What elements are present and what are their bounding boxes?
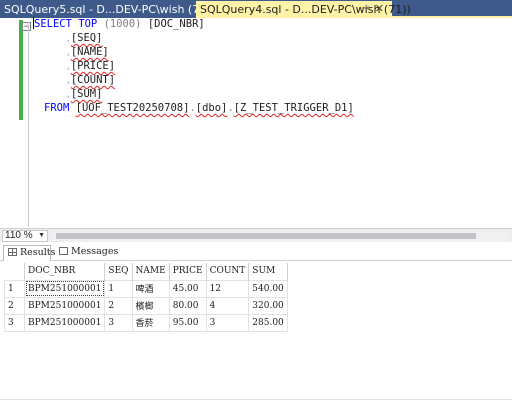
column-header-count[interactable]: COUNT — [206, 263, 250, 280]
zoom-dropdown[interactable]: 110 % ▼ — [2, 230, 48, 242]
sql-code: SELECT TOP (1000) [DOC_NBR] ,[SEQ] ,[NAM… — [0, 17, 354, 174]
grid-header-row: DOC_NBR SEQ NAME PRICE COUNT SUM — [4, 263, 288, 280]
scrollbar-thumb[interactable] — [56, 233, 476, 239]
cell-sum[interactable]: 320.00 — [248, 296, 288, 315]
close-icon[interactable]: ✕ — [375, 2, 384, 15]
code-line-column: ,[SUM] — [66, 88, 103, 100]
pin-icon[interactable]: ⊸ — [362, 3, 370, 14]
table-row[interactable]: 2 BPM251000001 2 檳榔 80.00 4 320.00 — [4, 296, 288, 315]
row-number[interactable]: 2 — [4, 296, 25, 315]
row-number[interactable]: 1 — [4, 279, 25, 298]
column-header-sum[interactable]: SUM — [248, 263, 288, 280]
tab-messages[interactable]: Messages — [55, 245, 118, 261]
row-header-corner[interactable] — [4, 263, 25, 280]
tab-results[interactable]: Results — [3, 245, 56, 261]
cell-count[interactable]: 3 — [205, 313, 250, 332]
query-editor[interactable]: − SELECT TOP (1000) [DOC_NBR] ,[SEQ] ,[N… — [0, 17, 512, 228]
column-header-seq[interactable]: SEQ — [104, 263, 133, 280]
cell-sum[interactable]: 540.00 — [248, 279, 288, 298]
code-line-from: FROM [UOF_TEST20250708].[dbo].[Z_TEST_TR… — [44, 102, 354, 114]
tab-messages-label: Messages — [71, 246, 119, 257]
column-header-doc-nbr[interactable]: DOC_NBR — [24, 263, 106, 280]
zoom-value: 110 % — [5, 230, 33, 241]
cell-doc-nbr[interactable]: BPM251000001 — [23, 279, 106, 298]
cell-sum[interactable]: 285.00 — [248, 313, 288, 332]
code-line-select: SELECT TOP (1000) [DOC_NBR] — [33, 17, 205, 30]
cell-count[interactable]: 4 — [205, 296, 250, 315]
cell-price[interactable]: 95.00 — [168, 313, 207, 332]
grid-icon — [8, 248, 17, 256]
tab-sqlquery4[interactable]: SQLQuery4.sql - D...DEV-PC\wish (71)) ⊸ … — [196, 1, 411, 18]
horizontal-scrollbar[interactable] — [52, 231, 508, 241]
cell-count[interactable]: 12 — [205, 279, 250, 298]
results-tab-strip: Results Messages — [0, 243, 512, 261]
tab-results-label: Results — [20, 247, 56, 258]
cell-doc-nbr[interactable]: BPM251000001 — [23, 296, 106, 315]
column-header-name[interactable]: NAME — [132, 263, 170, 280]
message-icon — [59, 247, 68, 255]
cell-seq[interactable]: 2 — [104, 296, 133, 315]
cell-seq[interactable]: 1 — [104, 279, 133, 298]
editor-status-bar: 110 % ▼ — [0, 228, 512, 242]
cell-name[interactable]: 檳榔 — [131, 296, 170, 315]
tab-label: SQLQuery5.sql - D...DEV-PC\wish (73)) — [4, 3, 215, 16]
results-bottom-border — [0, 399, 512, 400]
cell-price[interactable]: 80.00 — [168, 296, 207, 315]
table-row[interactable]: 3 BPM251000001 3 香菸 95.00 3 285.00 — [4, 313, 288, 332]
cell-name[interactable]: 啤酒 — [131, 279, 170, 298]
document-tab-bar: SQLQuery5.sql - D...DEV-PC\wish (73)) SQ… — [0, 0, 512, 18]
code-line-column: ,[NAME] — [66, 46, 109, 58]
cell-name[interactable]: 香菸 — [131, 313, 170, 332]
cell-doc-nbr[interactable]: BPM251000001 — [23, 313, 106, 332]
cell-seq[interactable]: 3 — [104, 313, 133, 332]
gutter-divider — [28, 22, 29, 226]
column-header-price[interactable]: PRICE — [169, 263, 207, 280]
code-line-column: ,[COUNT] — [66, 74, 116, 86]
chevron-down-icon: ▼ — [38, 232, 45, 239]
table-row[interactable]: 1 BPM251000001 1 啤酒 45.00 12 540.00 — [4, 279, 288, 298]
code-line-column: ,[PRICE] — [66, 60, 116, 72]
results-grid[interactable]: DOC_NBR SEQ NAME PRICE COUNT SUM 1 BPM25… — [4, 263, 288, 332]
code-line-column: ,[SEQ] — [66, 32, 103, 44]
cell-price[interactable]: 45.00 — [168, 279, 207, 298]
tab-sqlquery5[interactable]: SQLQuery5.sql - D...DEV-PC\wish (73)) — [0, 1, 215, 18]
row-number[interactable]: 3 — [4, 313, 25, 332]
